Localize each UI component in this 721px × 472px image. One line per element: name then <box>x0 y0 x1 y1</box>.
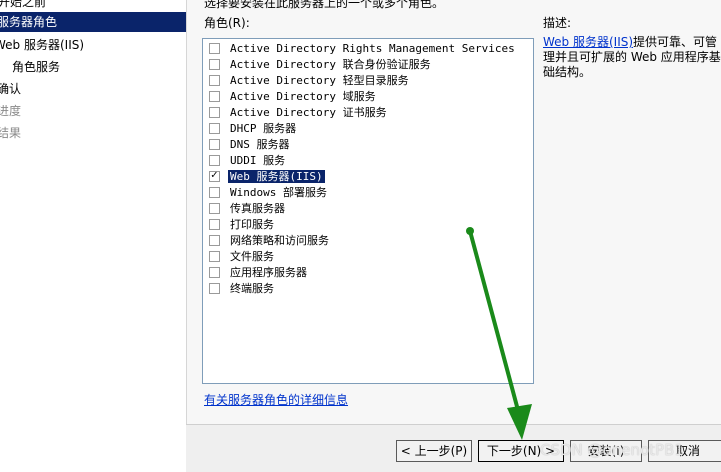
arrow-shaft <box>468 229 521 416</box>
arrow-head <box>507 404 532 440</box>
annotation-arrow <box>466 227 532 440</box>
watermark: CSDN @onenotPB1 <box>540 441 684 459</box>
